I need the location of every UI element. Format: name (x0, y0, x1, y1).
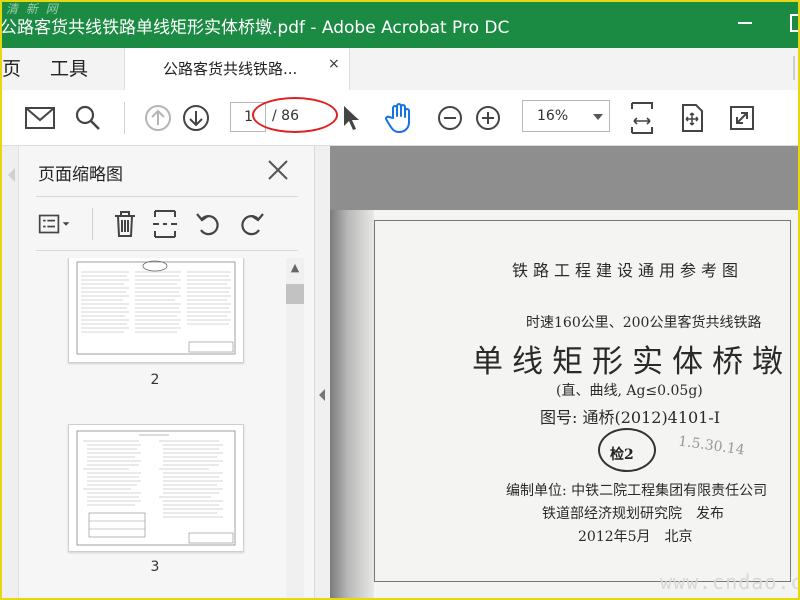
stamp-text: 检2 (610, 447, 634, 463)
hand-tool-icon[interactable] (384, 102, 416, 134)
thumbnail-label: 2 (150, 372, 160, 388)
tab-bar: 页 工具 公路客货共线铁路... × (0, 48, 800, 91)
document-main-title: 单线矩形实体桥墩 (472, 344, 792, 380)
document-publisher: 铁道部经济规划研究院 发布 (542, 506, 724, 522)
thumbnail-options-icon[interactable] (38, 208, 72, 240)
previous-page-icon[interactable] (142, 102, 174, 134)
panel-tool-separator (92, 208, 93, 240)
panel-edge (0, 146, 19, 600)
toolbar-separator (124, 102, 125, 134)
window-title: 公路客货共线铁路单线矩形实体桥墩.pdf - Adobe Acrobat Pro… (0, 18, 510, 38)
thumbnail-scrollbar[interactable] (286, 258, 304, 600)
panel-title: 页面缩略图 (38, 165, 123, 185)
panel-collapse-arrow-icon[interactable] (8, 168, 15, 182)
page-break-icon[interactable] (148, 208, 182, 240)
select-cursor-icon[interactable] (336, 102, 368, 134)
annotation-circle (252, 97, 338, 133)
close-tab-icon[interactable]: × (328, 56, 340, 72)
zoom-out-icon[interactable] (434, 102, 466, 134)
search-icon[interactable] (72, 102, 104, 134)
toolbar: 1 / 86 (0, 90, 800, 146)
zoom-in-icon[interactable] (472, 102, 504, 134)
minimize-button[interactable] (738, 22, 752, 24)
thumbnail-label: 3 (150, 559, 160, 575)
email-icon[interactable] (24, 102, 56, 134)
site-watermark: www.cndao.com (660, 570, 800, 594)
fit-width-icon[interactable] (626, 102, 658, 134)
zoom-select[interactable]: 16% (522, 100, 610, 132)
document-date: 2012年5月 北京 (578, 529, 693, 545)
collapse-panel-arrow-icon[interactable] (319, 389, 325, 401)
scroll-up-icon[interactable]: ▲ (288, 260, 302, 276)
rotate-right-icon[interactable] (234, 208, 268, 240)
chevron-down-icon (593, 114, 603, 120)
inspection-stamp: 检2 (598, 428, 656, 472)
page-thumbnail[interactable] (68, 258, 244, 363)
next-page-icon[interactable] (180, 102, 212, 134)
panel-divider (36, 196, 298, 197)
tab-overflow (793, 56, 795, 80)
rotate-left-icon[interactable] (192, 208, 226, 240)
document-subtitle: 时速160公里、200公里客货共线铁路 (526, 315, 762, 331)
home-tab[interactable]: 页 (2, 54, 21, 81)
zoom-value: 16% (537, 108, 569, 124)
panel-divider (36, 250, 298, 251)
title-bar: 清 新 网 公路客货共线铁路单线矩形实体桥墩.pdf - Adobe Acrob… (0, 0, 800, 48)
document-drawing-number: 图号: 通桥(2012)4101-Ⅰ (540, 408, 721, 427)
page-thumbnail[interactable] (68, 424, 244, 552)
document-condition: (直、曲线, Ag≤0.05g) (556, 383, 703, 399)
maximize-button[interactable] (790, 14, 800, 32)
scan-edge (330, 210, 374, 600)
document-tab[interactable]: 公路客货共线铁路... × (124, 48, 350, 90)
document-header: 铁路工程建设通用参考图 (512, 261, 744, 280)
document-tab-label: 公路客货共线铁路... (163, 60, 298, 78)
full-screen-icon[interactable] (726, 102, 758, 134)
panel-splitter[interactable] (314, 146, 331, 600)
scrollbar-thumb[interactable] (286, 284, 304, 304)
close-panel-icon[interactable] (264, 156, 292, 184)
trash-icon[interactable] (108, 208, 142, 240)
document-editor: 编制单位: 中铁二院工程集团有限责任公司 (506, 483, 768, 499)
tools-tab[interactable]: 工具 (50, 54, 88, 81)
pan-zoom-icon[interactable] (676, 102, 708, 134)
